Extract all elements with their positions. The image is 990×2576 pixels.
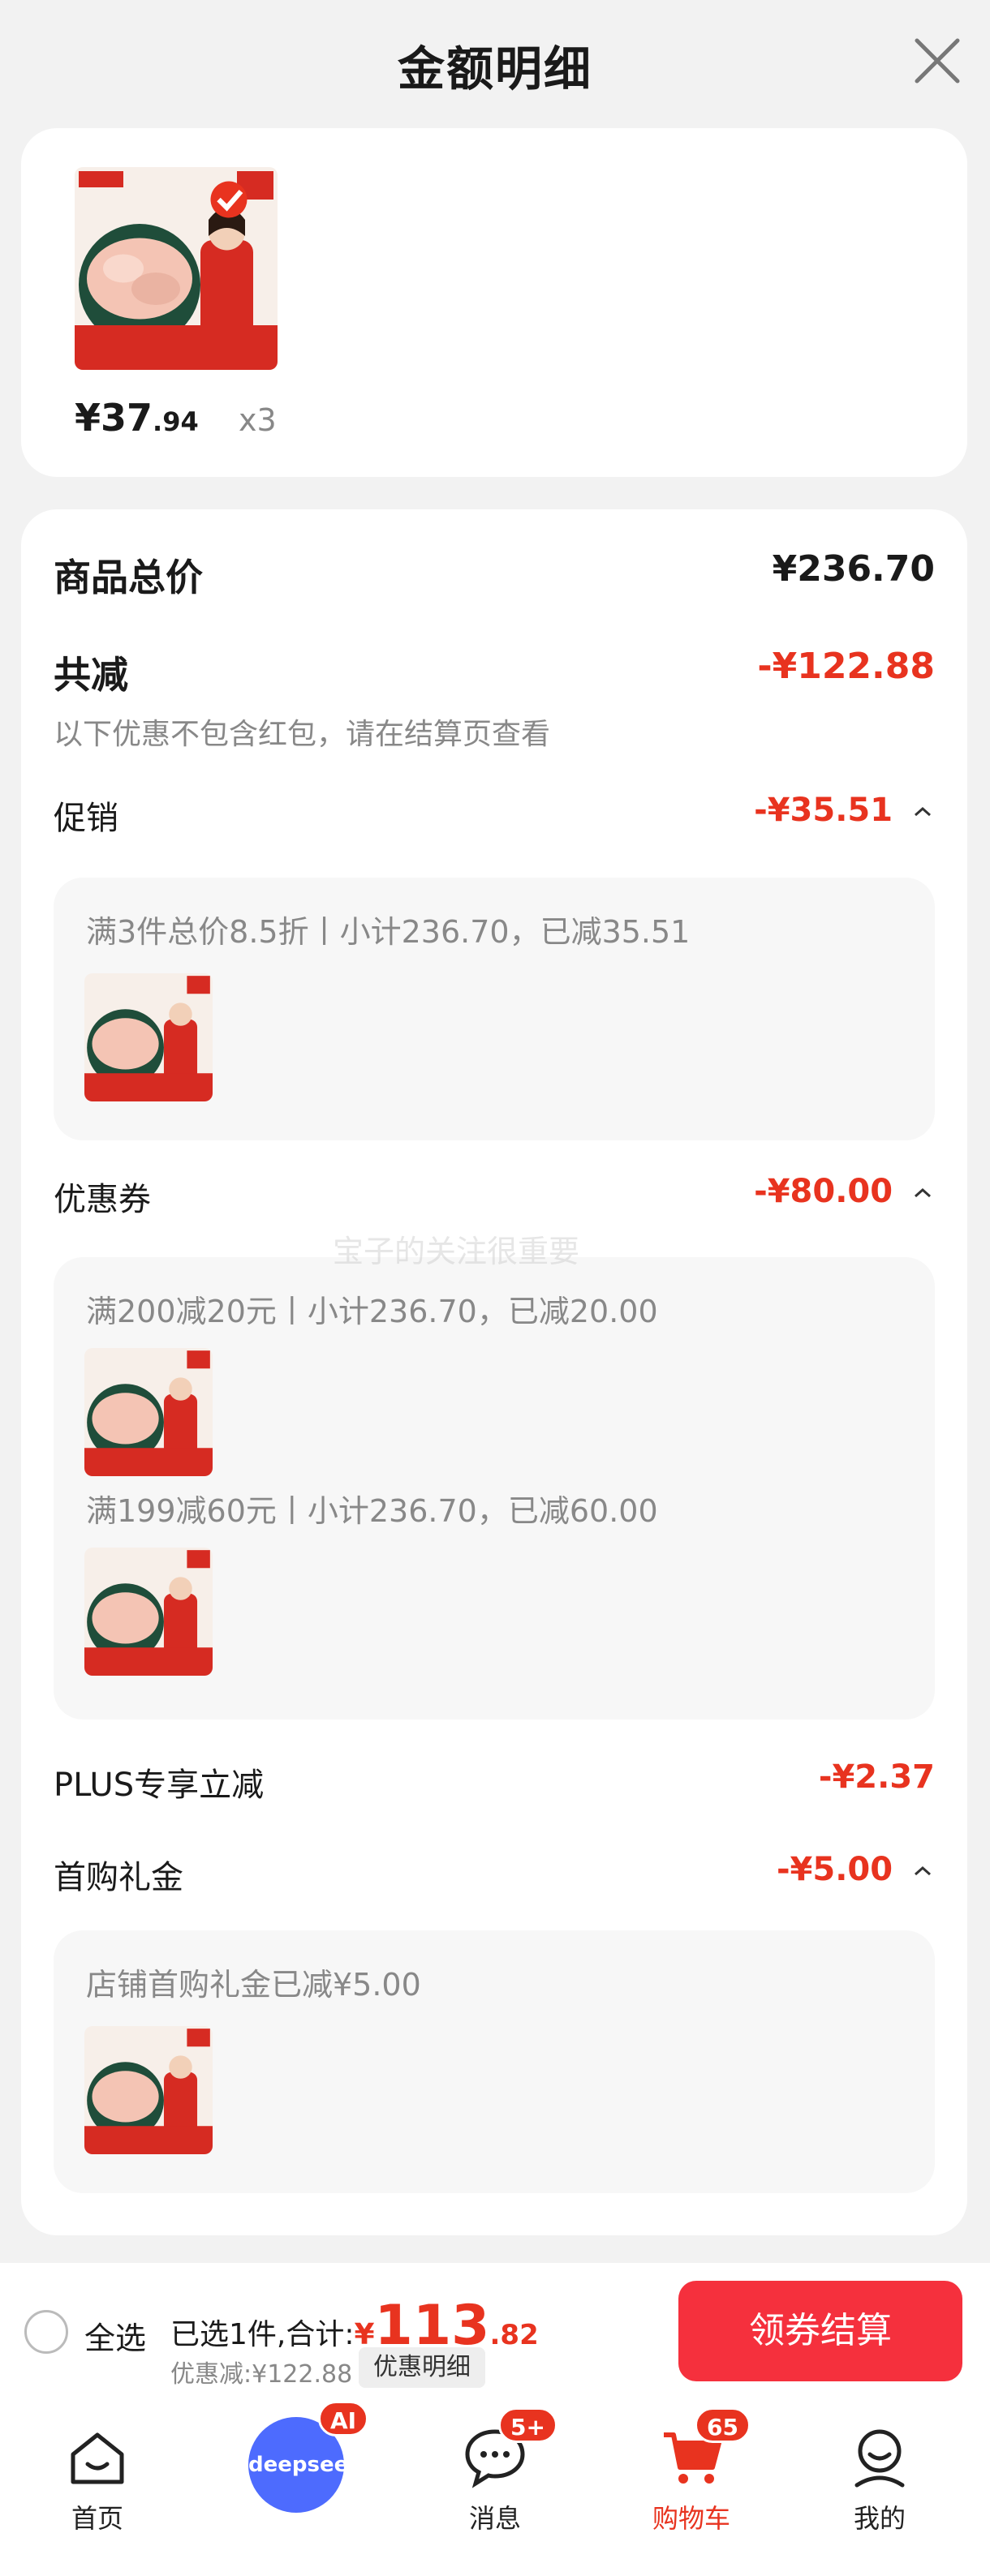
header: 金额明细	[0, 0, 990, 122]
discount-text: 优惠减:¥122.88	[170, 2360, 353, 2389]
product-thumbnail	[84, 2026, 213, 2154]
page-title: 金额明细	[397, 41, 592, 97]
discount-detail-button[interactable]: 优惠明细	[359, 2347, 485, 2388]
tab-mine[interactable]: 我的	[798, 2417, 961, 2555]
gift-label: 首购礼金	[54, 1859, 183, 1896]
product-thumbnail	[84, 1348, 213, 1476]
reduce-label: 共减	[54, 653, 128, 697]
chevron-up-icon	[915, 1865, 931, 1876]
tab-mine-label: 我的	[853, 2503, 906, 2534]
gift-panel: 店铺首购礼金已减¥5.00	[54, 1930, 935, 2193]
reduce-value: -¥122.88	[757, 646, 935, 687]
promo-line: 满3件总价8.5折丨小计236.70，已减35.51	[86, 914, 691, 950]
promo-label: 促销	[54, 800, 118, 837]
tab-home-label: 首页	[71, 2503, 123, 2534]
tab-messages[interactable]: 5+ 消息	[414, 2407, 576, 2555]
select-all-label[interactable]: 全选	[84, 2313, 146, 2358]
total-price-value: ¥236.70	[772, 548, 935, 590]
bottom-tab-bar: 首页 deepseek AI 5+ 消息 65 购物车 我的	[0, 2401, 990, 2576]
coupon-panel: 满200减20元丨小计236.70，已减20.00 满199减60元丨小计236…	[54, 1257, 935, 1719]
gift-row[interactable]: 首购礼金 -¥5.00	[54, 1851, 935, 1900]
gift-value: -¥5.00	[777, 1851, 935, 1888]
tab-messages-label: 消息	[468, 2503, 521, 2534]
promo-row[interactable]: 促销 -¥35.51	[54, 792, 935, 840]
plus-value: -¥2.37	[818, 1758, 935, 1796]
coupon-line-1: 满200减20元丨小计236.70，已减20.00	[86, 1294, 658, 1329]
ai-badge: AI	[318, 2401, 369, 2436]
promo-panel: 满3件总价8.5折丨小计236.70，已减35.51	[54, 878, 935, 1140]
tab-cart[interactable]: 65 购物车	[610, 2407, 773, 2555]
messages-badge: 5+	[498, 2407, 557, 2443]
cart-badge: 65	[695, 2407, 751, 2443]
unit-price: ¥37.94	[75, 396, 199, 440]
chevron-up-icon	[915, 1187, 931, 1198]
coupon-line-2: 满199减60元丨小计236.70，已减60.00	[86, 1493, 658, 1529]
gift-line: 店铺首购礼金已减¥5.00	[86, 1967, 421, 2003]
promo-value: -¥35.51	[754, 792, 935, 829]
select-all-radio[interactable]	[24, 2310, 68, 2354]
tab-deepseek[interactable]: deepseek AI	[214, 2401, 377, 2555]
product-thumbnail	[84, 1548, 213, 1676]
product-thumbnail[interactable]	[75, 167, 278, 370]
coupon-label: 优惠券	[54, 1181, 151, 1218]
reduce-row: 共减 -¥122.88	[54, 646, 935, 697]
quantity: x3	[239, 402, 277, 438]
close-icon[interactable]	[909, 32, 966, 89]
coupon-value: -¥80.00	[754, 1173, 935, 1210]
total-decimal: .82	[489, 2319, 539, 2351]
checkout-button[interactable]: 领券结算	[678, 2281, 962, 2381]
tab-cart-label: 购物车	[652, 2503, 730, 2534]
total-price-label: 商品总价	[54, 556, 203, 599]
product-thumbnail	[84, 973, 213, 1101]
user-icon	[847, 2425, 912, 2490]
checkout-bar: 全选 已选1件,合计:¥113.82 优惠减:¥122.88 优惠明细 领券结算	[0, 2263, 990, 2401]
selected-text: 已选1件,合计:	[170, 2318, 355, 2351]
plus-label: PLUS专享立减	[54, 1767, 265, 1804]
coupon-row[interactable]: 优惠券 -¥80.00	[54, 1173, 935, 1221]
total-currency: ¥	[354, 2318, 375, 2351]
tab-home[interactable]: 首页	[16, 2417, 179, 2555]
product-card: ¥37.94 x3	[21, 128, 967, 477]
amount-detail-card: 商品总价 ¥236.70 共减 -¥122.88 以下优惠不包含红包，请在结算页…	[21, 509, 967, 2235]
plus-row: PLUS专享立减 -¥2.37	[54, 1758, 935, 1807]
reduce-note: 以下优惠不包含红包，请在结算页查看	[54, 718, 551, 751]
total-price-row: 商品总价 ¥236.70	[54, 548, 935, 599]
chevron-up-icon	[915, 806, 931, 817]
home-icon	[65, 2425, 130, 2490]
selected-summary: 已选1件,合计:¥113.82	[170, 2294, 539, 2358]
